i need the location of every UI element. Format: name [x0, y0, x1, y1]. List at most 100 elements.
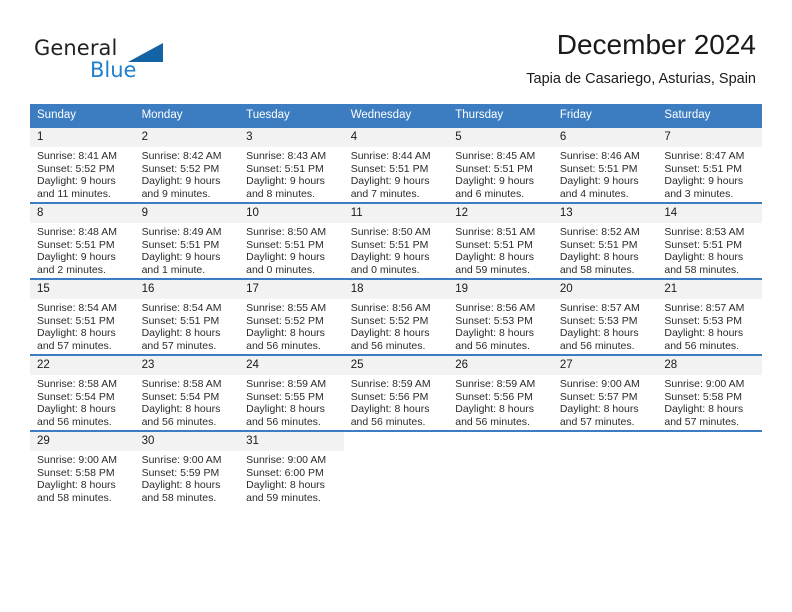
calendar-week-row: 22 Sunrise: 8:58 AM Sunset: 5:54 PM Dayl… [30, 354, 762, 431]
day-cell[interactable]: 3 Sunrise: 8:43 AM Sunset: 5:51 PM Dayli… [239, 126, 344, 203]
day-cell[interactable]: 20 Sunrise: 8:57 AM Sunset: 5:53 PM Dayl… [552, 278, 658, 355]
day-cell[interactable]: 18 Sunrise: 8:56 AM Sunset: 5:52 PM Dayl… [343, 278, 449, 355]
daylight-line2: and 57 minutes. [559, 415, 635, 428]
day-number: 12 [448, 204, 553, 223]
day-number: 8 [30, 204, 135, 223]
day-info: Sunrise: 8:45 AM Sunset: 5:51 PM Dayligh… [448, 147, 553, 200]
day-cell[interactable]: 4 Sunrise: 8:44 AM Sunset: 5:51 PM Dayli… [343, 126, 449, 203]
daylight-line1: Daylight: 9 hours [455, 175, 535, 188]
daylight-line1: Daylight: 8 hours [350, 327, 430, 340]
day-number: 6 [552, 128, 658, 147]
daylight-line1: Daylight: 8 hours [664, 403, 744, 416]
day-cell[interactable]: 31 Sunrise: 9:00 AM Sunset: 6:00 PM Dayl… [239, 430, 344, 506]
day-cell[interactable]: 13 Sunrise: 8:52 AM Sunset: 5:51 PM Dayl… [552, 202, 658, 279]
day-number: 25 [343, 356, 449, 375]
day-info: Sunrise: 8:59 AM Sunset: 5:56 PM Dayligh… [448, 375, 553, 428]
day-cell[interactable]: 26 Sunrise: 8:59 AM Sunset: 5:56 PM Dayl… [448, 354, 553, 431]
day-cell[interactable]: 1 Sunrise: 8:41 AM Sunset: 5:52 PM Dayli… [30, 126, 135, 203]
sunrise-text: Sunrise: 9:00 AM [246, 454, 327, 466]
day-cell[interactable]: 22 Sunrise: 8:58 AM Sunset: 5:54 PM Dayl… [30, 354, 135, 431]
day-info: Sunrise: 8:59 AM Sunset: 5:55 PM Dayligh… [239, 375, 344, 428]
sunset-text: Sunset: 5:53 PM [559, 314, 638, 327]
day-info: Sunrise: 8:59 AM Sunset: 5:56 PM Dayligh… [344, 375, 449, 428]
sunset-text: Sunset: 5:51 PM [37, 314, 115, 327]
sunrise-text: Sunrise: 9:00 AM [141, 454, 222, 466]
day-number [552, 432, 658, 451]
day-cell[interactable]: 24 Sunrise: 8:59 AM Sunset: 5:55 PM Dayl… [239, 354, 344, 431]
weekday-header-wednesday: Wednesday [343, 104, 449, 127]
daylight-line1: Daylight: 9 hours [37, 175, 116, 188]
day-cell[interactable]: 14 Sunrise: 8:53 AM Sunset: 5:51 PM Dayl… [657, 202, 762, 279]
day-cell[interactable]: 16 Sunrise: 8:54 AM Sunset: 5:51 PM Dayl… [134, 278, 240, 355]
sunrise-text: Sunrise: 8:43 AM [246, 150, 327, 162]
day-cell[interactable]: 5 Sunrise: 8:45 AM Sunset: 5:51 PM Dayli… [448, 126, 553, 203]
day-cell[interactable]: 19 Sunrise: 8:56 AM Sunset: 5:53 PM Dayl… [448, 278, 553, 355]
day-cell[interactable]: 21 Sunrise: 8:57 AM Sunset: 5:53 PM Dayl… [657, 278, 762, 355]
day-cell-empty [343, 430, 449, 506]
day-cell[interactable]: 10 Sunrise: 8:50 AM Sunset: 5:51 PM Dayl… [239, 202, 344, 279]
sunrise-text: Sunrise: 8:53 AM [664, 226, 745, 238]
day-cell[interactable]: 25 Sunrise: 8:59 AM Sunset: 5:56 PM Dayl… [343, 354, 449, 431]
day-cell[interactable]: 9 Sunrise: 8:49 AM Sunset: 5:51 PM Dayli… [134, 202, 240, 279]
day-number: 1 [30, 128, 135, 147]
sunset-text: Sunset: 5:52 PM [350, 314, 429, 327]
daylight-line1: Daylight: 8 hours [246, 403, 325, 416]
sunrise-text: Sunrise: 8:59 AM [246, 378, 327, 390]
general-blue-logo[interactable]: General Blue [34, 36, 214, 84]
sunset-text: Sunset: 5:52 PM [37, 162, 115, 175]
daylight-line1: Daylight: 8 hours [37, 403, 116, 416]
day-info: Sunrise: 8:44 AM Sunset: 5:51 PM Dayligh… [344, 147, 449, 200]
daylight-line2: and 1 minute. [141, 263, 206, 276]
daylight-line2: and 56 minutes. [455, 339, 530, 352]
daylight-line2: and 57 minutes. [141, 339, 217, 352]
day-number: 7 [657, 128, 762, 147]
day-cell[interactable]: 17 Sunrise: 8:55 AM Sunset: 5:52 PM Dayl… [239, 278, 344, 355]
daylight-line1: Daylight: 8 hours [141, 327, 221, 340]
day-number: 31 [239, 432, 344, 451]
day-cell-empty [657, 430, 762, 506]
sunset-text: Sunset: 5:52 PM [141, 162, 220, 175]
daylight-line2: and 56 minutes. [141, 415, 217, 428]
day-info: Sunrise: 8:42 AM Sunset: 5:52 PM Dayligh… [135, 147, 240, 200]
sunset-text: Sunset: 5:51 PM [664, 238, 743, 251]
day-info: Sunrise: 8:41 AM Sunset: 5:52 PM Dayligh… [30, 147, 135, 200]
day-cell[interactable]: 8 Sunrise: 8:48 AM Sunset: 5:51 PM Dayli… [30, 202, 135, 279]
day-cell[interactable]: 2 Sunrise: 8:42 AM Sunset: 5:52 PM Dayli… [134, 126, 240, 203]
daylight-line2: and 2 minutes. [37, 263, 106, 276]
weekday-header-thursday: Thursday [448, 104, 553, 127]
daylight-line2: and 57 minutes. [37, 339, 112, 352]
day-number: 13 [552, 204, 658, 223]
day-info: Sunrise: 8:56 AM Sunset: 5:52 PM Dayligh… [344, 299, 449, 352]
calendar-week-row: 29 Sunrise: 9:00 AM Sunset: 5:58 PM Dayl… [30, 430, 762, 506]
daylight-line1: Daylight: 8 hours [455, 251, 535, 264]
daylight-line2: and 57 minutes. [664, 415, 740, 428]
sunset-text: Sunset: 5:58 PM [664, 390, 743, 403]
day-cell[interactable]: 7 Sunrise: 8:47 AM Sunset: 5:51 PM Dayli… [657, 126, 762, 203]
daylight-line2: and 4 minutes. [559, 187, 629, 200]
day-number: 21 [657, 280, 762, 299]
day-number: 15 [30, 280, 135, 299]
day-number: 20 [552, 280, 658, 299]
sunset-text: Sunset: 5:59 PM [141, 466, 220, 479]
page-subtitle: Tapia de Casariego, Asturias, Spain [526, 71, 756, 87]
daylight-line1: Daylight: 8 hours [455, 327, 535, 340]
daylight-line2: and 59 minutes. [455, 263, 530, 276]
day-cell[interactable]: 30 Sunrise: 9:00 AM Sunset: 5:59 PM Dayl… [134, 430, 240, 506]
day-cell[interactable]: 12 Sunrise: 8:51 AM Sunset: 5:51 PM Dayl… [448, 202, 553, 279]
calendar-week-row: 8 Sunrise: 8:48 AM Sunset: 5:51 PM Dayli… [30, 202, 762, 279]
day-info: Sunrise: 9:00 AM Sunset: 5:57 PM Dayligh… [553, 375, 658, 428]
day-cell[interactable]: 23 Sunrise: 8:58 AM Sunset: 5:54 PM Dayl… [134, 354, 240, 431]
day-cell[interactable]: 11 Sunrise: 8:50 AM Sunset: 5:51 PM Dayl… [343, 202, 449, 279]
day-cell[interactable]: 28 Sunrise: 9:00 AM Sunset: 5:58 PM Dayl… [657, 354, 762, 431]
day-info: Sunrise: 8:52 AM Sunset: 5:51 PM Dayligh… [553, 223, 658, 276]
day-number: 26 [448, 356, 553, 375]
day-number: 17 [239, 280, 344, 299]
day-cell[interactable]: 15 Sunrise: 8:54 AM Sunset: 5:51 PM Dayl… [30, 278, 135, 355]
day-cell[interactable]: 6 Sunrise: 8:46 AM Sunset: 5:51 PM Dayli… [552, 126, 658, 203]
day-info: Sunrise: 9:00 AM Sunset: 5:58 PM Dayligh… [657, 375, 762, 428]
day-cell[interactable]: 29 Sunrise: 9:00 AM Sunset: 5:58 PM Dayl… [30, 430, 135, 506]
day-cell[interactable]: 27 Sunrise: 9:00 AM Sunset: 5:57 PM Dayl… [552, 354, 658, 431]
day-info: Sunrise: 8:58 AM Sunset: 5:54 PM Dayligh… [30, 375, 135, 428]
day-info: Sunrise: 8:43 AM Sunset: 5:51 PM Dayligh… [239, 147, 344, 200]
sunset-text: Sunset: 5:53 PM [664, 314, 743, 327]
